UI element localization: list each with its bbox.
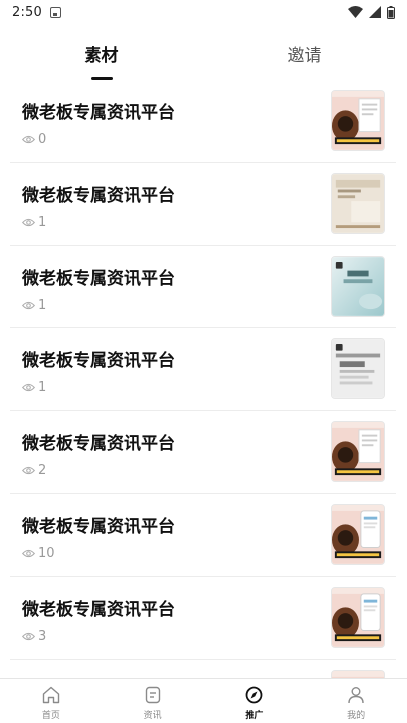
list-item[interactable]: 微老板专属资讯平台 0: [10, 80, 396, 163]
nav-item-home[interactable]: 首页: [0, 679, 102, 723]
item-thumbnail[interactable]: [331, 255, 385, 317]
view-count: 0: [38, 132, 47, 147]
nav-label: 资讯: [143, 711, 162, 721]
item-title: 微老板专属资讯平台: [22, 516, 175, 537]
view-count: 1: [38, 380, 47, 396]
nav-label: 推广: [245, 711, 264, 721]
list-item[interactable]: 微老板专属资讯平台 1: [10, 328, 396, 412]
item-views: 2: [22, 463, 46, 478]
nav-item-promote[interactable]: 推广: [204, 679, 306, 723]
item-title: 微老板专属资讯平台: [22, 185, 175, 206]
battery-icon: [387, 5, 395, 19]
nav-label: 首页: [41, 711, 60, 721]
list-item[interactable]: 微老板专属资讯平台 1: [10, 246, 396, 329]
item-views: 1: [22, 298, 46, 313]
news-icon: [143, 685, 163, 705]
eye-icon: [22, 135, 35, 144]
list-item[interactable]: 微老板专属资讯平台 10: [10, 494, 396, 577]
item-title: 微老板专属资讯平台: [22, 351, 175, 372]
eye-icon: [22, 467, 35, 475]
compass-icon: [244, 685, 264, 705]
nav-item-news[interactable]: 资讯: [102, 679, 204, 723]
item-title: 微老板专属资讯平台: [22, 103, 175, 123]
wifi-icon: [348, 6, 363, 18]
item-title: 微老板专属资讯平台: [22, 268, 175, 289]
status-indicators: [348, 5, 395, 19]
item-views: 1: [22, 215, 46, 230]
view-count: 1: [38, 297, 47, 313]
item-thumbnail[interactable]: [331, 90, 385, 151]
status-bar: 2:50: [0, 0, 407, 24]
list-item[interactable]: [10, 660, 396, 678]
bottom-navigation: 首页 资讯 推广 我的: [0, 678, 407, 723]
eye-icon: [22, 632, 35, 640]
item-thumbnail[interactable]: [331, 586, 385, 648]
signal-icon: [369, 6, 381, 18]
status-time: 2:50: [12, 4, 42, 20]
view-count: 3: [38, 628, 47, 644]
tab-invite[interactable]: 邀请: [203, 36, 406, 84]
item-thumbnail[interactable]: [331, 669, 385, 678]
item-thumbnail[interactable]: [331, 338, 385, 400]
notification-app-icon: [50, 6, 61, 18]
material-list[interactable]: 微老板专属资讯平台 0 微老板专属资讯平台 1 微老板专属资讯平台 1 微老板专属资讯平台 1…: [10, 80, 396, 678]
eye-icon: [22, 218, 35, 226]
item-views: 3: [22, 629, 46, 644]
item-title: 微老板专属资讯平台: [22, 599, 175, 620]
eye-icon: [22, 384, 35, 392]
list-item[interactable]: 微老板专属资讯平台 3: [10, 577, 396, 660]
eye-icon: [22, 301, 35, 309]
item-thumbnail[interactable]: [331, 172, 385, 234]
item-thumbnail[interactable]: [331, 421, 385, 483]
person-icon: [346, 685, 366, 705]
nav-item-mine[interactable]: 我的: [305, 679, 407, 723]
view-count: 10: [38, 545, 55, 561]
home-icon: [41, 685, 61, 705]
item-views: 1: [22, 380, 46, 395]
tab-bar: 素材 邀请: [0, 36, 407, 84]
list-item[interactable]: 微老板专属资讯平台 2: [10, 411, 396, 494]
list-item[interactable]: 微老板专属资讯平台 1: [10, 163, 396, 246]
item-title: 微老板专属资讯平台: [22, 434, 175, 455]
nav-label: 我的: [347, 711, 366, 721]
item-thumbnail[interactable]: [331, 503, 385, 565]
view-count: 2: [38, 463, 47, 479]
eye-icon: [22, 549, 35, 558]
item-views: 10: [22, 546, 55, 561]
item-views: 0: [22, 132, 46, 147]
view-count: 1: [38, 214, 47, 230]
